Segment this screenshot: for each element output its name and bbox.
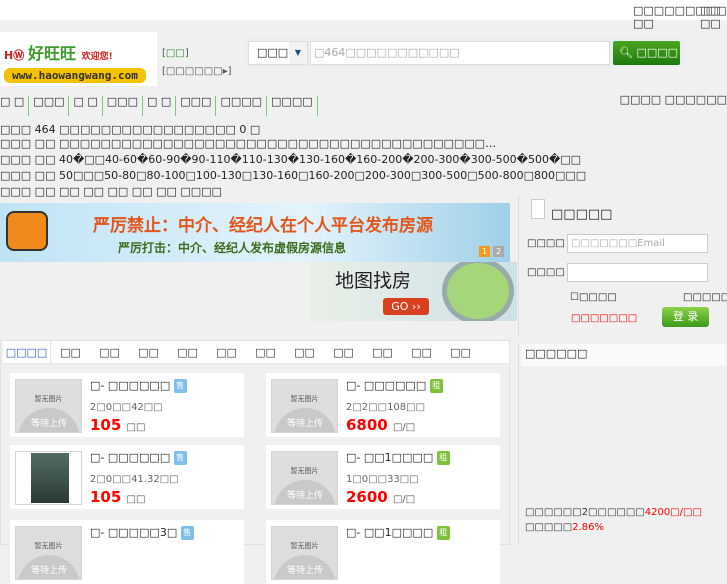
listing-meta: 2□0□□41.32□□ — [90, 474, 179, 485]
tab[interactable]: □□ — [363, 341, 402, 363]
listing-meta: 2□0□□42□□ — [90, 402, 163, 413]
tab[interactable]: □□ — [402, 341, 441, 363]
tab[interactable]: □□ — [285, 341, 324, 363]
password-input[interactable] — [567, 263, 708, 282]
listing-card[interactable]: 暂无图片 等待上传 □- □□□□□□ 租 2□2□□108□□ 6800 □/□ — [266, 373, 500, 437]
nav-item[interactable]: □□□□ — [216, 96, 268, 116]
listing-type-badge: 售 — [180, 526, 194, 540]
chevron-down-icon: ▼ — [289, 42, 307, 64]
login-title: □□□□□ — [551, 207, 613, 222]
panel-title: □□□□□□ — [521, 344, 726, 366]
listing-card[interactable]: □- □□□□□□ 售 2□0□□41.32□□ 105 □□ — [10, 445, 244, 509]
listing-photo-placeholder[interactable]: 暂无图片 等待上传 — [271, 379, 338, 433]
map-search-banner[interactable]: 地图找房 GO ›› — [310, 262, 517, 321]
listing-type-badge: 售 — [173, 451, 187, 465]
nav-item[interactable]: □□□ — [29, 96, 70, 116]
filter-rooms[interactable]: □□□ □□ □□ □□ □□ □□ □□ □□□□ — [0, 184, 222, 200]
listings-section: □□□□ □□ □□ □□ □□ □□ □□ □□ □□ □□ □□ □□ 暂无… — [0, 340, 510, 584]
listing-type-badge: 租 — [436, 526, 450, 540]
listing-type-badge: 租 — [436, 451, 450, 465]
listing-price: 2600 □/□ — [346, 488, 416, 506]
filter-size[interactable]: □□□ □□ 40�□□40-60�60-90�90-110�110-130�1… — [0, 152, 581, 168]
listing-title[interactable]: □- □□1□□□□ 租 — [346, 526, 450, 540]
tab[interactable]: □□ — [168, 341, 207, 363]
remember-checkbox[interactable]: ☐□□□□ — [570, 292, 617, 303]
search-button[interactable]: 🔍︎ □□□□ — [613, 41, 680, 65]
filter-area[interactable]: □□□ □□ □□□□□□□□□□□□□□□□□□□□□□□□□□□□□□□□□… — [0, 136, 496, 152]
go-button[interactable]: GO ›› — [383, 298, 429, 315]
listing-type-badge: 售 — [173, 379, 187, 393]
listing-meta: 1□0□□33□□ — [346, 474, 419, 485]
register-link[interactable]: □□□□□□□ — [571, 313, 637, 324]
listing-title[interactable]: □- □□□□□□ 售 — [90, 379, 187, 393]
listing-card[interactable]: 暂无图片 等待上传 □- □□□□□□ 售 2□0□□42□□ 105 □□ — [10, 373, 244, 437]
site-logo[interactable]: HⓌ 好旺旺 欢迎您! www.haowangwang.com — [0, 32, 157, 86]
notice-banner[interactable]: 严厉禁止：中介、经纪人在个人平台发布房源 严厉打击：中介、经纪人发布虚假房源信息… — [0, 203, 510, 262]
login-button[interactable]: 登 录 — [662, 307, 709, 327]
main-nav: □ □ □□□ □ □ □□□ □ □ □□□ □□□□ □□□□ — [0, 96, 318, 116]
switch-city-link[interactable]: [□□□□□□▸] — [162, 66, 232, 77]
tab-all[interactable]: □□□□ — [3, 341, 51, 363]
listing-meta: 2□2□□108□□ — [346, 402, 426, 413]
nav-right-link[interactable]: □□□□ □□□□□□ — [620, 93, 727, 106]
listing-photo-placeholder[interactable]: 暂无图片 等待上传 — [271, 451, 338, 505]
listing-card[interactable]: 暂无图片 等待上传 □- □□1□□□□ 租 1□0□□33□□ 2600 □/□ — [266, 445, 500, 509]
filter-price[interactable]: □□□ □□ 50□□□50-80□80-100□100-130□130-160… — [0, 168, 586, 184]
banner-page-2[interactable]: 2 — [493, 246, 504, 257]
listing-title[interactable]: □- □□□□□□ 售 — [90, 451, 187, 465]
nav-item[interactable]: □□□ — [176, 96, 217, 116]
magnifier-icon — [442, 262, 514, 321]
listing-type-badge: 租 — [429, 379, 443, 393]
nav-item[interactable]: □ □ — [143, 96, 177, 116]
listing-price: 6800 □/□ — [346, 416, 416, 434]
nav-item[interactable]: □□□ — [103, 96, 143, 116]
forgot-password-link[interactable]: □□□□□ — [683, 292, 727, 303]
tab[interactable]: □□ — [441, 341, 480, 363]
listing-title[interactable]: □- □□1□□□□ 租 — [346, 451, 450, 465]
listing-tabs: □□□□ □□ □□ □□ □□ □□ □□ □□ □□ □□ □□ □□ — [3, 341, 509, 365]
nav-item[interactable]: □ □ — [0, 96, 30, 116]
banner-page-1[interactable]: 1 — [479, 246, 490, 257]
listing-photo[interactable] — [15, 451, 82, 505]
login-panel: □□□□□ □□□□ □□□□□□□Email □□□□ ☐□□□□ □□□□□… — [518, 195, 727, 335]
listing-photo-placeholder[interactable]: 暂无图片 等待上传 — [15, 526, 82, 580]
tab[interactable]: □□ — [90, 341, 129, 363]
search-input[interactable]: □464□□□□□□□□□□□ — [310, 41, 610, 65]
change-rate: □□□□□2.86% — [525, 522, 605, 533]
avg-price: □□□□□□2□□□□□□4200□/□□ — [525, 507, 702, 518]
listing-title[interactable]: □- □□□□□□ 租 — [346, 379, 443, 393]
price-trend-panel: □□□□□□ □□□□□□2□□□□□□4200□/□□ □□□□□2.86% — [518, 342, 727, 545]
listing-card[interactable]: 暂无图片 等待上传 □- □□1□□□□ 租 — [266, 520, 500, 584]
search-icon: 🔍︎ — [619, 46, 633, 59]
city-link[interactable]: [□□] — [162, 48, 189, 59]
listing-title[interactable]: □- □□□□□3□ 售 — [90, 526, 194, 540]
tab[interactable]: □□ — [246, 341, 285, 363]
listing-photo-placeholder[interactable]: 暂无图片 等待上传 — [15, 379, 82, 433]
tab[interactable]: □□ — [207, 341, 246, 363]
top-links[interactable]: □□ □□ — [700, 4, 727, 30]
tab[interactable]: □□ — [324, 341, 363, 363]
username-input[interactable]: □□□□□□□Email — [567, 234, 708, 253]
fist-icon — [6, 211, 48, 251]
top-bar: □□□□□□□□□ □□ □□ □□ — [0, 0, 727, 30]
listing-photo-placeholder[interactable]: 暂无图片 等待上传 — [271, 526, 338, 580]
user-icon — [531, 199, 545, 219]
tab[interactable]: □□ — [51, 341, 90, 363]
nav-item[interactable]: □□□□ — [267, 96, 318, 116]
tab[interactable]: □□ — [129, 341, 168, 363]
listing-price: 105 □□ — [90, 416, 146, 434]
search-type-select[interactable]: □□□ ▼ — [248, 41, 308, 65]
listing-price: 105 □□ — [90, 488, 146, 506]
nav-item[interactable]: □ □ — [69, 96, 103, 116]
listing-card[interactable]: 暂无图片 等待上传 □- □□□□□3□ 售 — [10, 520, 244, 584]
